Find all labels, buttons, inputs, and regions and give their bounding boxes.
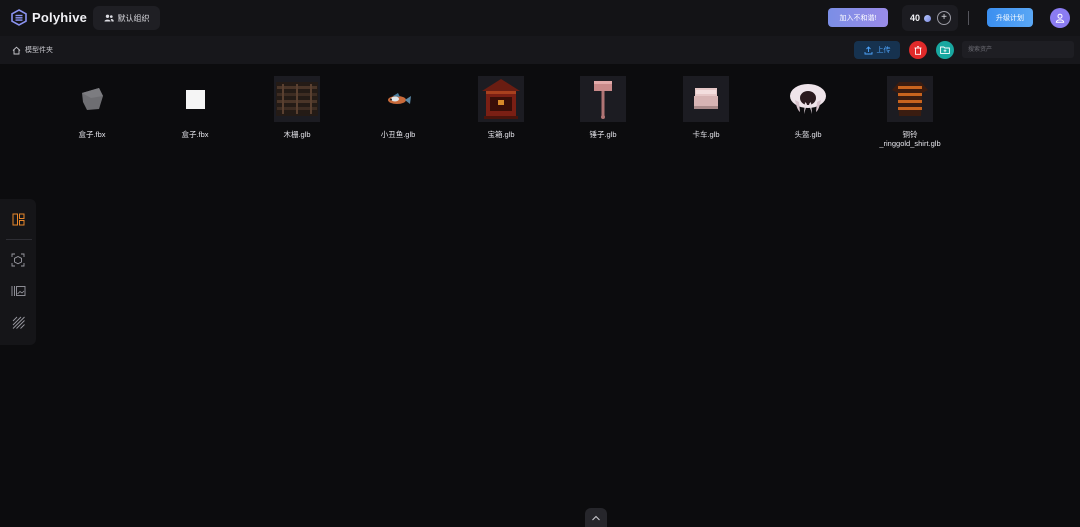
new-folder-button[interactable] <box>936 41 954 59</box>
asset-card[interactable]: 铜铃 _ringgold_shirt.glb <box>860 76 960 148</box>
asset-thumbnail <box>478 76 524 122</box>
asset-name: 盒子.fbx <box>181 130 209 139</box>
asset-name: 铜铃 _ringgold_shirt.glb <box>879 130 940 148</box>
gallery-icon <box>11 286 25 296</box>
polyhive-logo-icon <box>11 9 27 26</box>
asset-name: 宝箱.glb <box>487 130 515 139</box>
layout-icon <box>12 213 24 225</box>
credits-count: 40 <box>910 13 921 23</box>
cube-scan-icon <box>11 253 25 267</box>
credits-widget: 40 + <box>902 5 958 31</box>
delete-button[interactable] <box>909 41 927 59</box>
breadcrumb-label: 模型件夹 <box>25 47 53 54</box>
org-selector-button[interactable]: 默认组织 <box>93 6 160 30</box>
model-tool[interactable] <box>10 252 26 268</box>
join-discord-button[interactable]: 加入不和谐! <box>828 8 888 27</box>
avatar[interactable] <box>1050 8 1070 28</box>
asset-name: 小丑鱼.glb <box>380 130 416 139</box>
asset-grid: 盒子.fbx 盒子.fbx 木栅.glb 小丑鱼.glb 宝箱.glb 锤子.g… <box>0 76 1080 166</box>
hatch-icon <box>12 316 25 329</box>
asset-thumbnail <box>375 76 421 122</box>
asset-thumbnail <box>172 76 218 122</box>
asset-name: 头盔.glb <box>794 130 822 139</box>
search-input[interactable] <box>962 41 1074 58</box>
asset-thumbnail <box>580 76 626 122</box>
home-icon <box>12 46 21 54</box>
tool-rail <box>0 199 36 345</box>
layout-tool[interactable] <box>10 211 26 227</box>
upload-icon <box>864 45 872 54</box>
breadcrumb[interactable]: 模型件夹 <box>12 45 53 55</box>
folder-add-icon <box>940 46 950 54</box>
divider <box>968 11 969 25</box>
gallery-tool[interactable] <box>10 283 26 299</box>
asset-card[interactable]: 锤子.glb <box>553 76 653 139</box>
top-bar: Polyhive 默认组织 加入不和谐! 40 + 升级计划 <box>0 0 1080 36</box>
asset-card[interactable]: 宝箱.glb <box>451 76 551 139</box>
org-label: 默认组织 <box>117 13 150 23</box>
asset-name-line-1: 铜铃 <box>902 130 918 139</box>
panel-toggle-button[interactable] <box>585 508 607 527</box>
upload-label: 上传 <box>876 47 891 54</box>
asset-card[interactable]: 头盔.glb <box>758 76 858 139</box>
asset-name: 卡车.glb <box>692 130 720 139</box>
coin-icon <box>924 14 932 22</box>
asset-thumbnail <box>785 76 831 122</box>
asset-thumbnail <box>683 76 729 122</box>
asset-name: 木栅.glb <box>283 130 311 139</box>
asset-name: 盒子.fbx <box>78 130 106 139</box>
app-logo[interactable]: Polyhive <box>11 9 87 26</box>
asset-card[interactable]: 木栅.glb <box>247 76 347 139</box>
upgrade-plan-button[interactable]: 升级计划 <box>987 8 1033 27</box>
trash-icon <box>914 45 922 55</box>
add-credits-button[interactable]: + <box>937 11 952 25</box>
asset-thumbnail <box>69 76 115 122</box>
asset-card[interactable]: 盒子.fbx <box>145 76 245 139</box>
users-icon <box>104 14 114 22</box>
app-name: Polyhive <box>32 10 88 25</box>
asset-thumbnail <box>274 76 320 122</box>
texture-tool[interactable] <box>10 314 26 330</box>
user-icon <box>1055 13 1065 23</box>
upload-button[interactable]: 上传 <box>854 41 900 59</box>
breadcrumb-bar: 模型件夹 上传 <box>0 36 1080 64</box>
asset-name: 锤子.glb <box>589 130 617 139</box>
asset-name-line-2: _ringgold_shirt.glb <box>879 139 941 148</box>
asset-thumbnail <box>887 76 933 122</box>
asset-card[interactable]: 卡车.glb <box>656 76 756 139</box>
chevron-up-icon <box>592 515 600 520</box>
asset-card[interactable]: 盒子.fbx <box>42 76 142 139</box>
asset-card[interactable]: 小丑鱼.glb <box>348 76 448 139</box>
divider <box>6 239 32 240</box>
